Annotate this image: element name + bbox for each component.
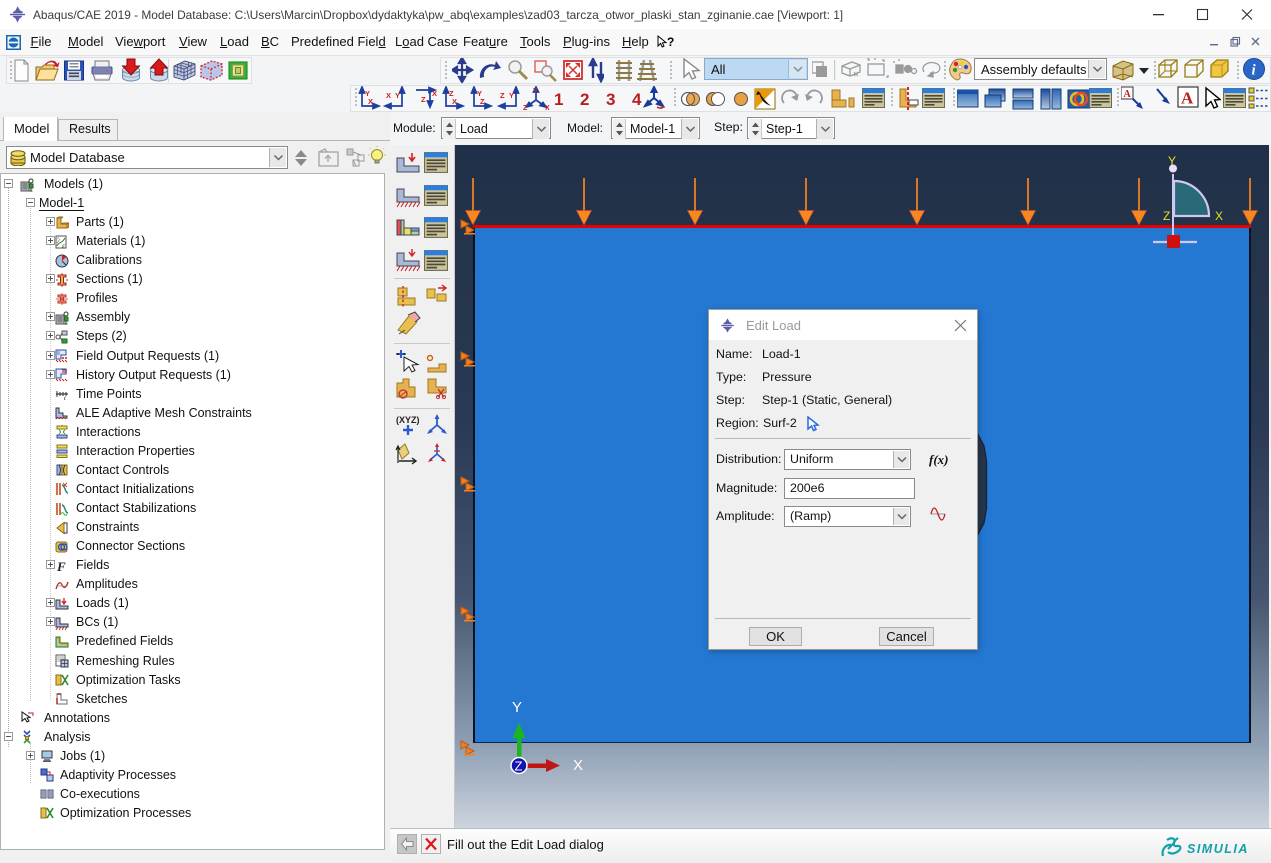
svg-text:Z: Z bbox=[500, 91, 505, 100]
svg-text:X: X bbox=[386, 91, 391, 100]
svg-text:X: X bbox=[1215, 209, 1223, 223]
svg-text:Z: Z bbox=[515, 759, 523, 774]
svg-text:Y: Y bbox=[395, 91, 400, 100]
svg-text:X: X bbox=[452, 97, 457, 106]
svg-text:1: 1 bbox=[554, 90, 563, 109]
svg-text:Z: Z bbox=[1163, 209, 1170, 223]
svg-text:(XYZ): (XYZ) bbox=[396, 415, 420, 425]
svg-text:X: X bbox=[573, 757, 583, 774]
svg-text:Y: Y bbox=[533, 88, 538, 95]
svg-text:X: X bbox=[545, 105, 550, 112]
svg-text:SIMULIA: SIMULIA bbox=[1187, 842, 1249, 856]
svg-text:3: 3 bbox=[606, 90, 615, 109]
svg-text:Z: Z bbox=[523, 105, 528, 112]
svg-text:A: A bbox=[1124, 89, 1132, 100]
svg-text:?: ? bbox=[667, 35, 674, 49]
svg-text:X: X bbox=[432, 89, 437, 98]
svg-text:Z: Z bbox=[480, 97, 485, 106]
svg-text:4: 4 bbox=[632, 90, 642, 109]
svg-text:A: A bbox=[1181, 89, 1194, 108]
svg-text:F: F bbox=[56, 559, 66, 573]
svg-text:X: X bbox=[368, 97, 373, 106]
svg-text:2: 2 bbox=[580, 90, 589, 109]
svg-text:ε: ε bbox=[62, 242, 65, 249]
svg-text:t: t bbox=[64, 395, 66, 401]
svg-text:Y: Y bbox=[509, 91, 514, 100]
svg-text:Y: Y bbox=[512, 699, 522, 716]
svg-text:Z: Z bbox=[421, 95, 426, 104]
